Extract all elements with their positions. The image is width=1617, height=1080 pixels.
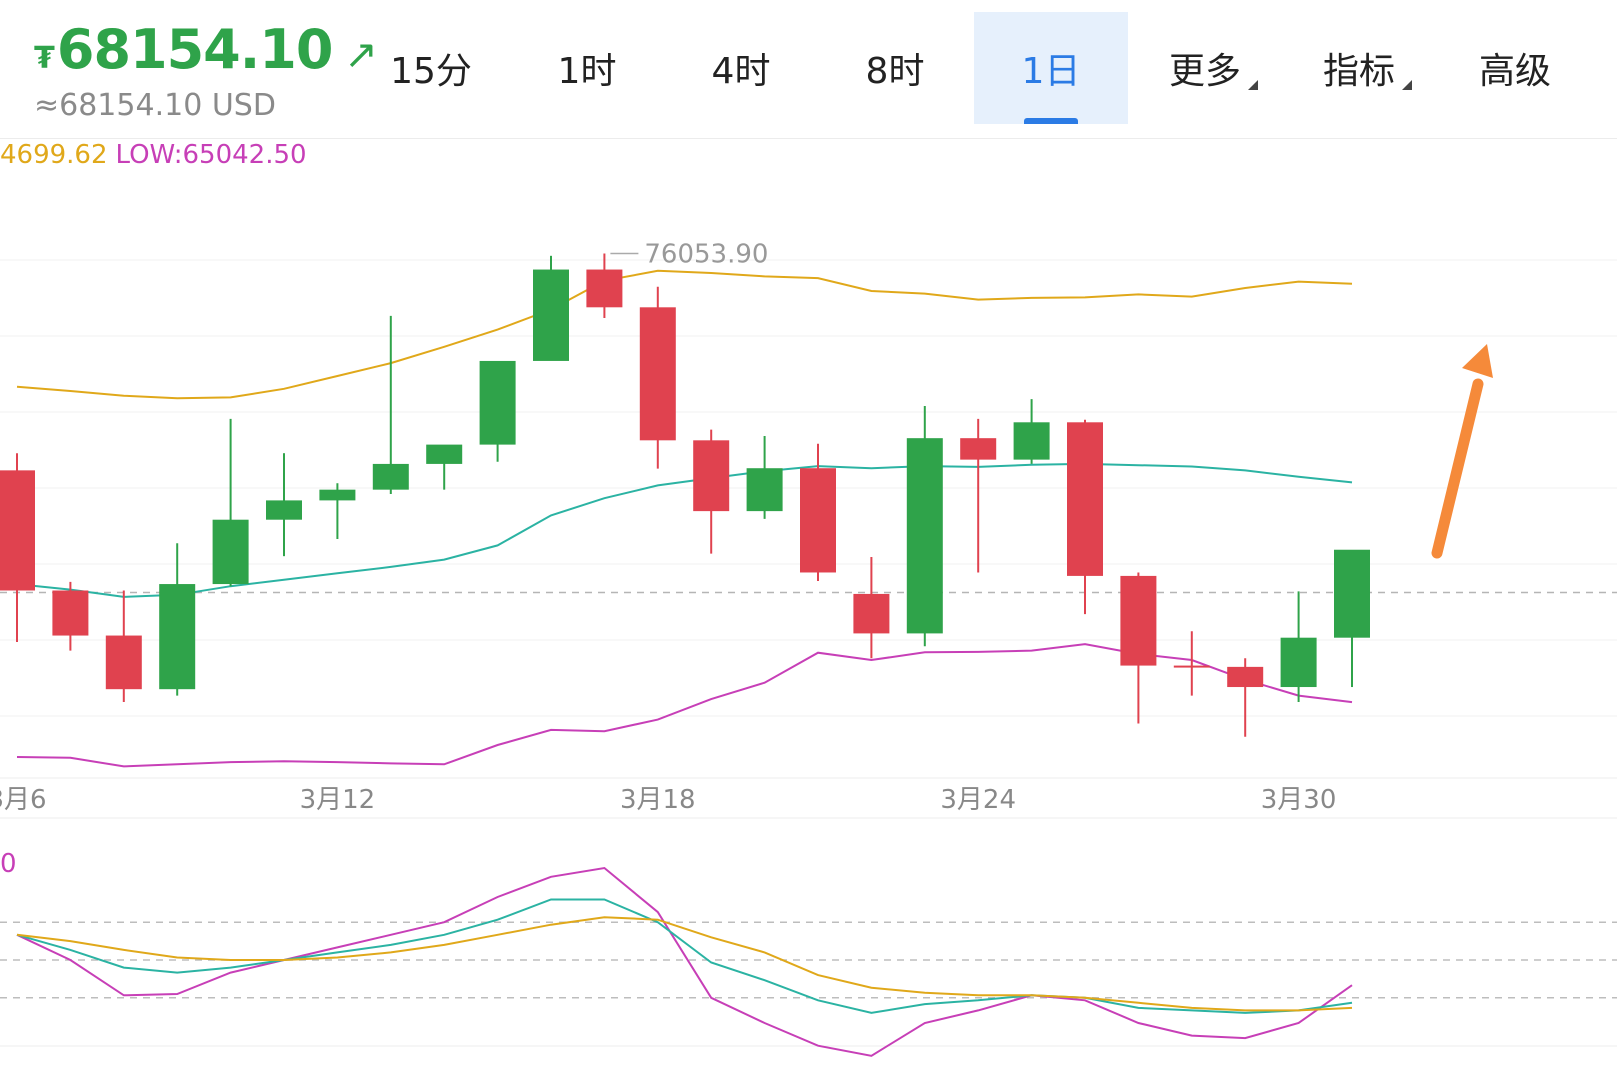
candle-body[interactable]	[800, 468, 836, 573]
candle-body[interactable]	[586, 269, 623, 308]
candle-body[interactable]	[1013, 422, 1050, 460]
candle-body[interactable]	[693, 440, 730, 512]
indicator-line-0	[16, 866, 1353, 1057]
indicator-label: 0	[0, 849, 17, 879]
candle-body[interactable]	[105, 635, 142, 690]
candle-body[interactable]	[1067, 422, 1103, 576]
candle-body[interactable]	[52, 590, 89, 636]
candle-body[interactable]	[372, 463, 409, 490]
kline-chart[interactable]: 76053.90 3月6 3月12 3月18 3月24 3月30 0	[0, 0, 1617, 1080]
candle-body[interactable]	[1120, 575, 1157, 666]
candle-body[interactable]	[212, 519, 249, 585]
x-tick-label: 3月12	[300, 785, 376, 815]
x-tick-label: 3月18	[620, 785, 696, 815]
candle-body[interactable]	[426, 444, 463, 464]
candle-body[interactable]	[319, 489, 356, 501]
candle-body[interactable]	[1227, 666, 1264, 688]
x-tick-label: 3月6	[0, 785, 47, 815]
candle-body[interactable]	[1280, 637, 1317, 688]
candle-body[interactable]	[0, 470, 35, 591]
annotation-arrow-head	[1462, 344, 1493, 378]
candle-body[interactable]	[906, 438, 943, 634]
candle-body[interactable]	[479, 360, 516, 445]
candle-body[interactable]	[853, 593, 890, 634]
x-tick-label: 3月24	[940, 785, 1016, 815]
indicator-line-2	[16, 916, 1353, 1012]
candle-body[interactable]	[266, 500, 302, 520]
candle-body[interactable]	[1334, 549, 1370, 638]
candle-body[interactable]	[533, 269, 569, 361]
candle-body[interactable]	[159, 584, 196, 690]
candle-body[interactable]	[960, 438, 997, 460]
candle-body[interactable]	[639, 307, 676, 441]
x-tick-label: 3月30	[1261, 785, 1337, 815]
annotation-arrow-shaft	[1431, 378, 1484, 559]
max-annotation-label: 76053.90	[644, 240, 768, 270]
bollinger-upper-line	[16, 269, 1353, 400]
candle-body[interactable]	[746, 468, 783, 512]
candle-body[interactable]	[1173, 665, 1210, 668]
